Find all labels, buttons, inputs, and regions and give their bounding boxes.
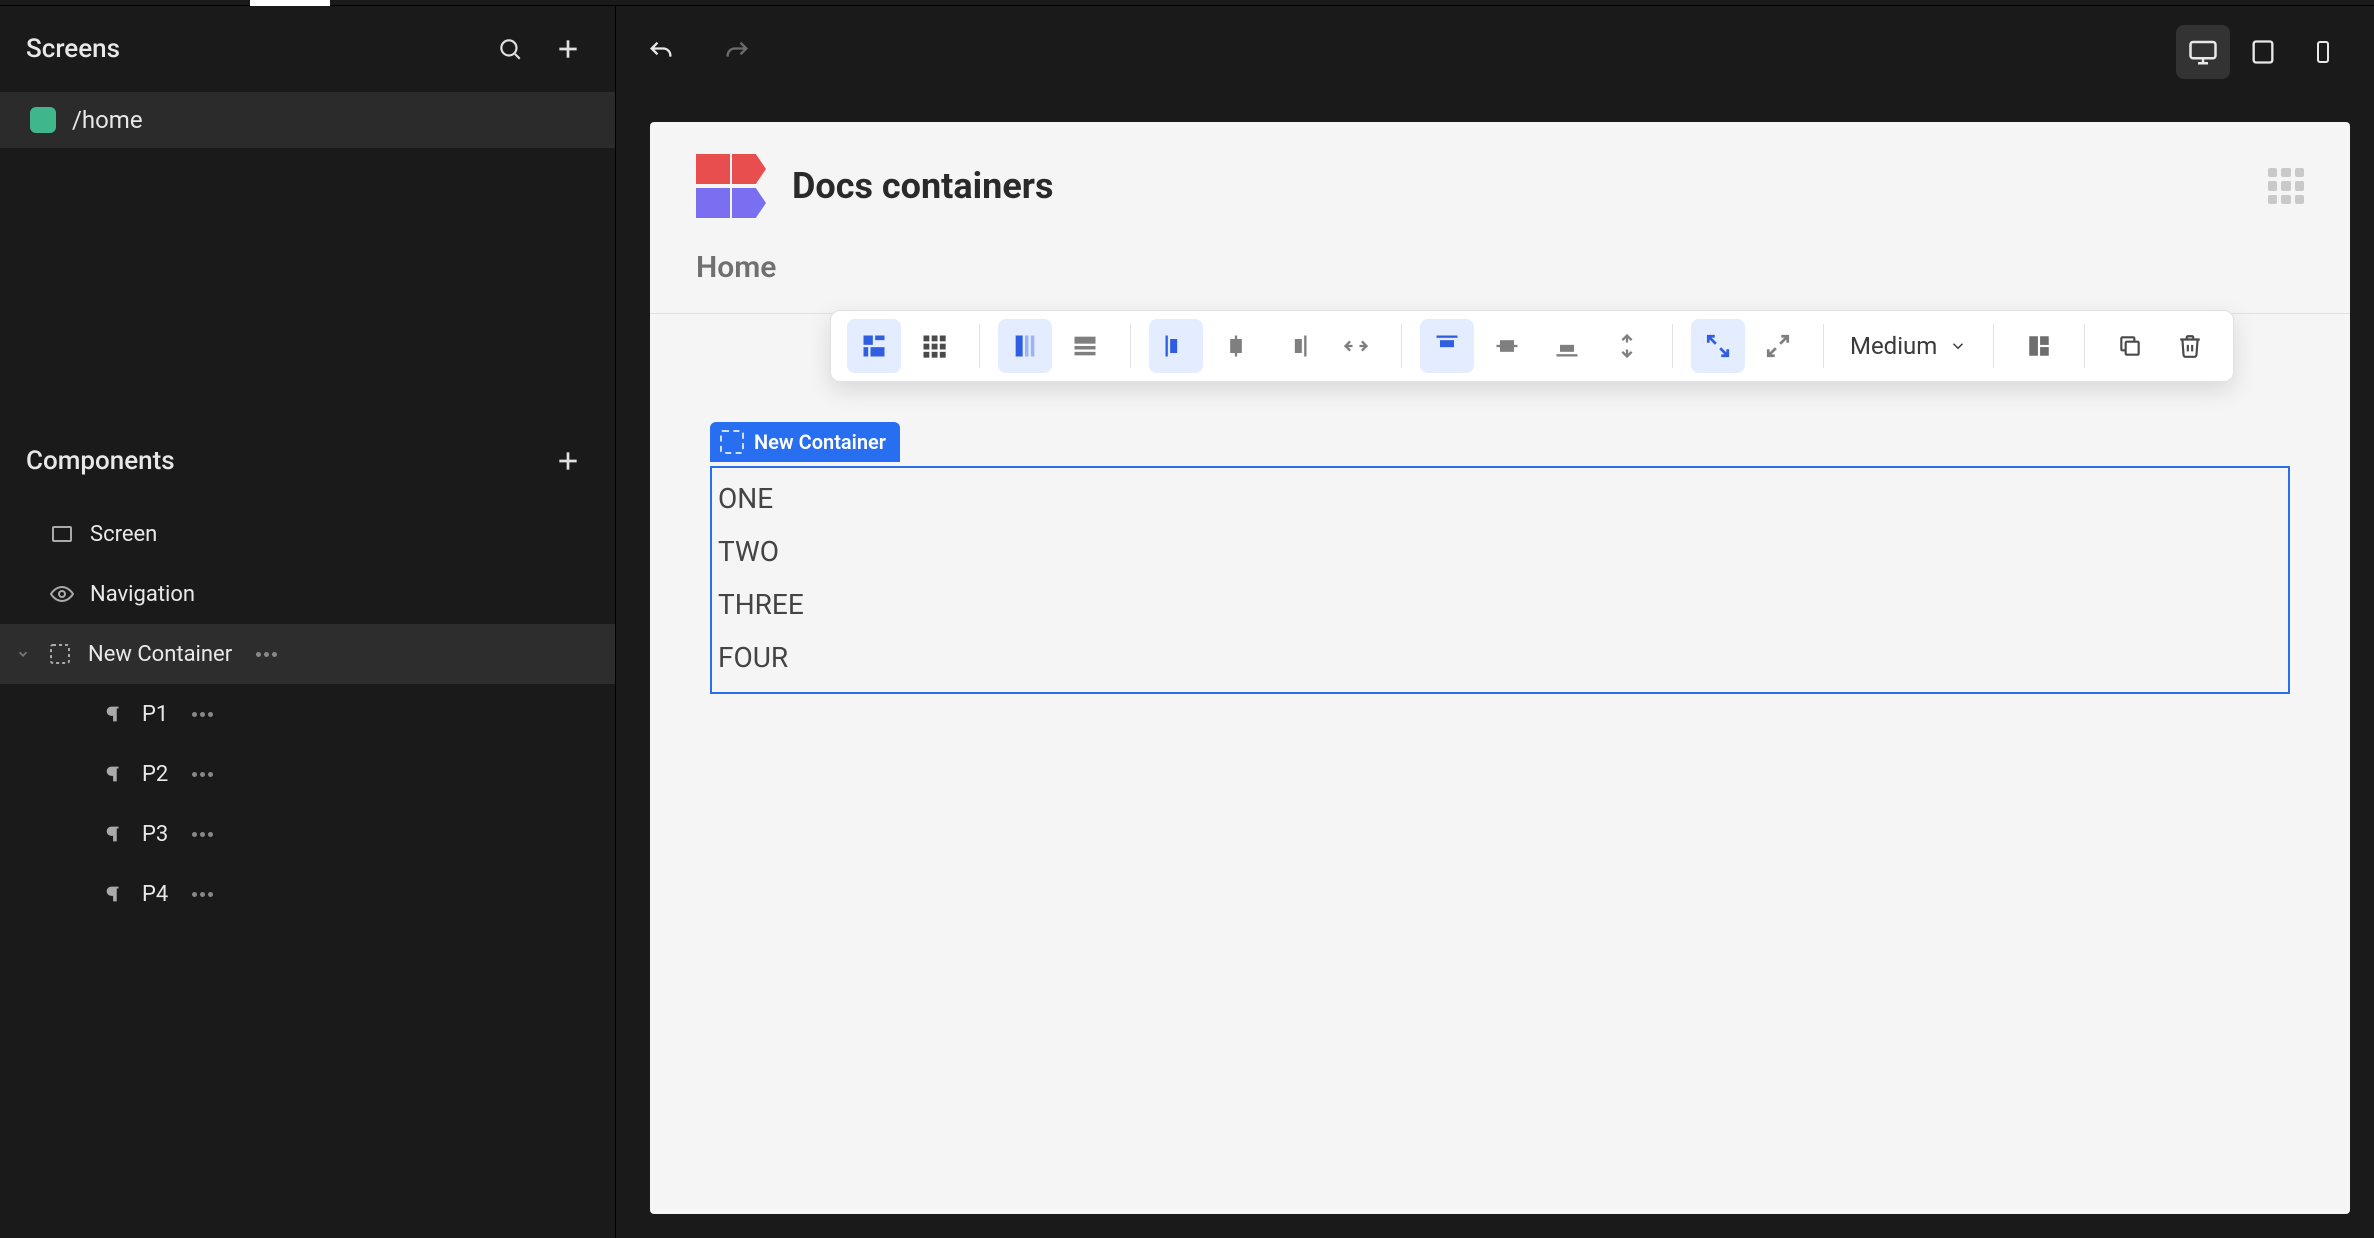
container-dashed-icon bbox=[720, 430, 744, 454]
duplicate-button[interactable] bbox=[2103, 319, 2157, 373]
selection-tag[interactable]: New Container bbox=[710, 422, 900, 462]
align-middle-button[interactable] bbox=[1480, 319, 1534, 373]
tree-node-label: P4 bbox=[142, 882, 168, 907]
delete-button[interactable] bbox=[2163, 319, 2217, 373]
app-header: Docs containers bbox=[650, 122, 2350, 232]
justify-center-button[interactable] bbox=[1209, 319, 1263, 373]
tree-node-p2[interactable]: P2 bbox=[0, 744, 615, 804]
tree-node-label: P1 bbox=[142, 702, 168, 727]
device-mobile-button[interactable] bbox=[2296, 25, 2350, 79]
screen-rect-icon bbox=[48, 520, 76, 548]
tree-node-navigation[interactable]: Navigation bbox=[0, 564, 615, 624]
breadcrumb-row: Home bbox=[650, 232, 2350, 314]
paragraph-four[interactable]: FOUR bbox=[712, 631, 2288, 684]
redo-button[interactable] bbox=[716, 31, 758, 73]
align-bottom-button[interactable] bbox=[1540, 319, 1594, 373]
paragraph-icon bbox=[100, 880, 128, 908]
paragraph-icon bbox=[100, 700, 128, 728]
grow-button[interactable] bbox=[1751, 319, 1805, 373]
paragraph-three[interactable]: THREE bbox=[712, 578, 2288, 631]
more-icon[interactable] bbox=[192, 892, 213, 897]
align-top-button[interactable] bbox=[1420, 319, 1474, 373]
breadcrumb[interactable]: Home bbox=[696, 250, 776, 285]
container-dashed-icon bbox=[46, 640, 74, 668]
direction-row-button[interactable] bbox=[1058, 319, 1112, 373]
screen-color-badge bbox=[30, 107, 56, 133]
direction-column-button[interactable] bbox=[998, 319, 1052, 373]
components-title: Components bbox=[26, 446, 175, 476]
device-desktop-button[interactable] bbox=[2176, 25, 2230, 79]
justify-end-button[interactable] bbox=[1269, 319, 1323, 373]
layout-flex-button[interactable] bbox=[847, 319, 901, 373]
selection-tag-label: New Container bbox=[754, 430, 886, 454]
tree-node-p3[interactable]: P3 bbox=[0, 804, 615, 864]
workspace: Docs containers Home bbox=[616, 6, 2374, 1238]
screens-title: Screens bbox=[26, 34, 120, 64]
screen-item-home[interactable]: /home bbox=[0, 92, 615, 148]
tree-node-label: New Container bbox=[88, 642, 232, 667]
justify-start-button[interactable] bbox=[1149, 319, 1203, 373]
workspace-toolbar bbox=[616, 6, 2374, 98]
app-title: Docs containers bbox=[792, 165, 1053, 207]
top-strip bbox=[0, 0, 2374, 6]
add-screen-button[interactable] bbox=[547, 28, 589, 70]
screens-header: Screens bbox=[0, 6, 615, 92]
tree-node-label: Navigation bbox=[90, 582, 195, 607]
tree-node-label: P2 bbox=[142, 762, 168, 787]
tree-node-label: P3 bbox=[142, 822, 168, 847]
components-header: Components bbox=[0, 418, 615, 504]
tree-node-p1[interactable]: P1 bbox=[0, 684, 615, 744]
paragraph-one[interactable]: ONE bbox=[712, 472, 2288, 525]
more-icon[interactable] bbox=[256, 652, 277, 657]
undo-button[interactable] bbox=[640, 31, 682, 73]
paragraph-icon bbox=[100, 760, 128, 788]
sidebar: Screens /home Components bbox=[0, 6, 616, 1238]
add-component-button[interactable] bbox=[547, 440, 589, 482]
more-icon[interactable] bbox=[192, 712, 213, 717]
more-icon[interactable] bbox=[192, 832, 213, 837]
tree-node-label: Screen bbox=[90, 522, 157, 547]
selected-container[interactable]: ONE TWO THREE FOUR bbox=[710, 466, 2290, 694]
app-logo bbox=[696, 150, 768, 222]
tree-node-new-container[interactable]: New Container bbox=[0, 624, 615, 684]
more-icon[interactable] bbox=[192, 772, 213, 777]
shrink-button[interactable] bbox=[1691, 319, 1745, 373]
align-stretch-button[interactable] bbox=[1600, 319, 1654, 373]
app-menu-icon[interactable] bbox=[2268, 168, 2304, 204]
components-tree: Screen Navigation New Container bbox=[0, 504, 615, 1238]
tree-node-p4[interactable]: P4 bbox=[0, 864, 615, 924]
eye-icon bbox=[48, 580, 76, 608]
canvas[interactable]: Docs containers Home bbox=[650, 122, 2350, 1214]
screens-spacer bbox=[0, 148, 615, 418]
gap-size-select[interactable]: Medium bbox=[1836, 332, 1981, 360]
paragraph-icon bbox=[100, 820, 128, 848]
search-icon[interactable] bbox=[489, 28, 531, 70]
paragraph-two[interactable]: TWO bbox=[712, 525, 2288, 578]
device-tablet-button[interactable] bbox=[2236, 25, 2290, 79]
screen-item-label: /home bbox=[72, 106, 143, 134]
tree-node-screen[interactable]: Screen bbox=[0, 504, 615, 564]
gap-size-label: Medium bbox=[1850, 332, 1937, 360]
layout-toolbar[interactable]: Medium bbox=[830, 310, 2234, 382]
layout-grid-button[interactable] bbox=[907, 319, 961, 373]
chevron-down-icon[interactable] bbox=[14, 647, 32, 661]
justify-stretch-button[interactable] bbox=[1329, 319, 1383, 373]
main-layout: Screens /home Components bbox=[0, 6, 2374, 1238]
padding-button[interactable] bbox=[2012, 319, 2066, 373]
canvas-wrapper: Docs containers Home bbox=[616, 98, 2374, 1238]
